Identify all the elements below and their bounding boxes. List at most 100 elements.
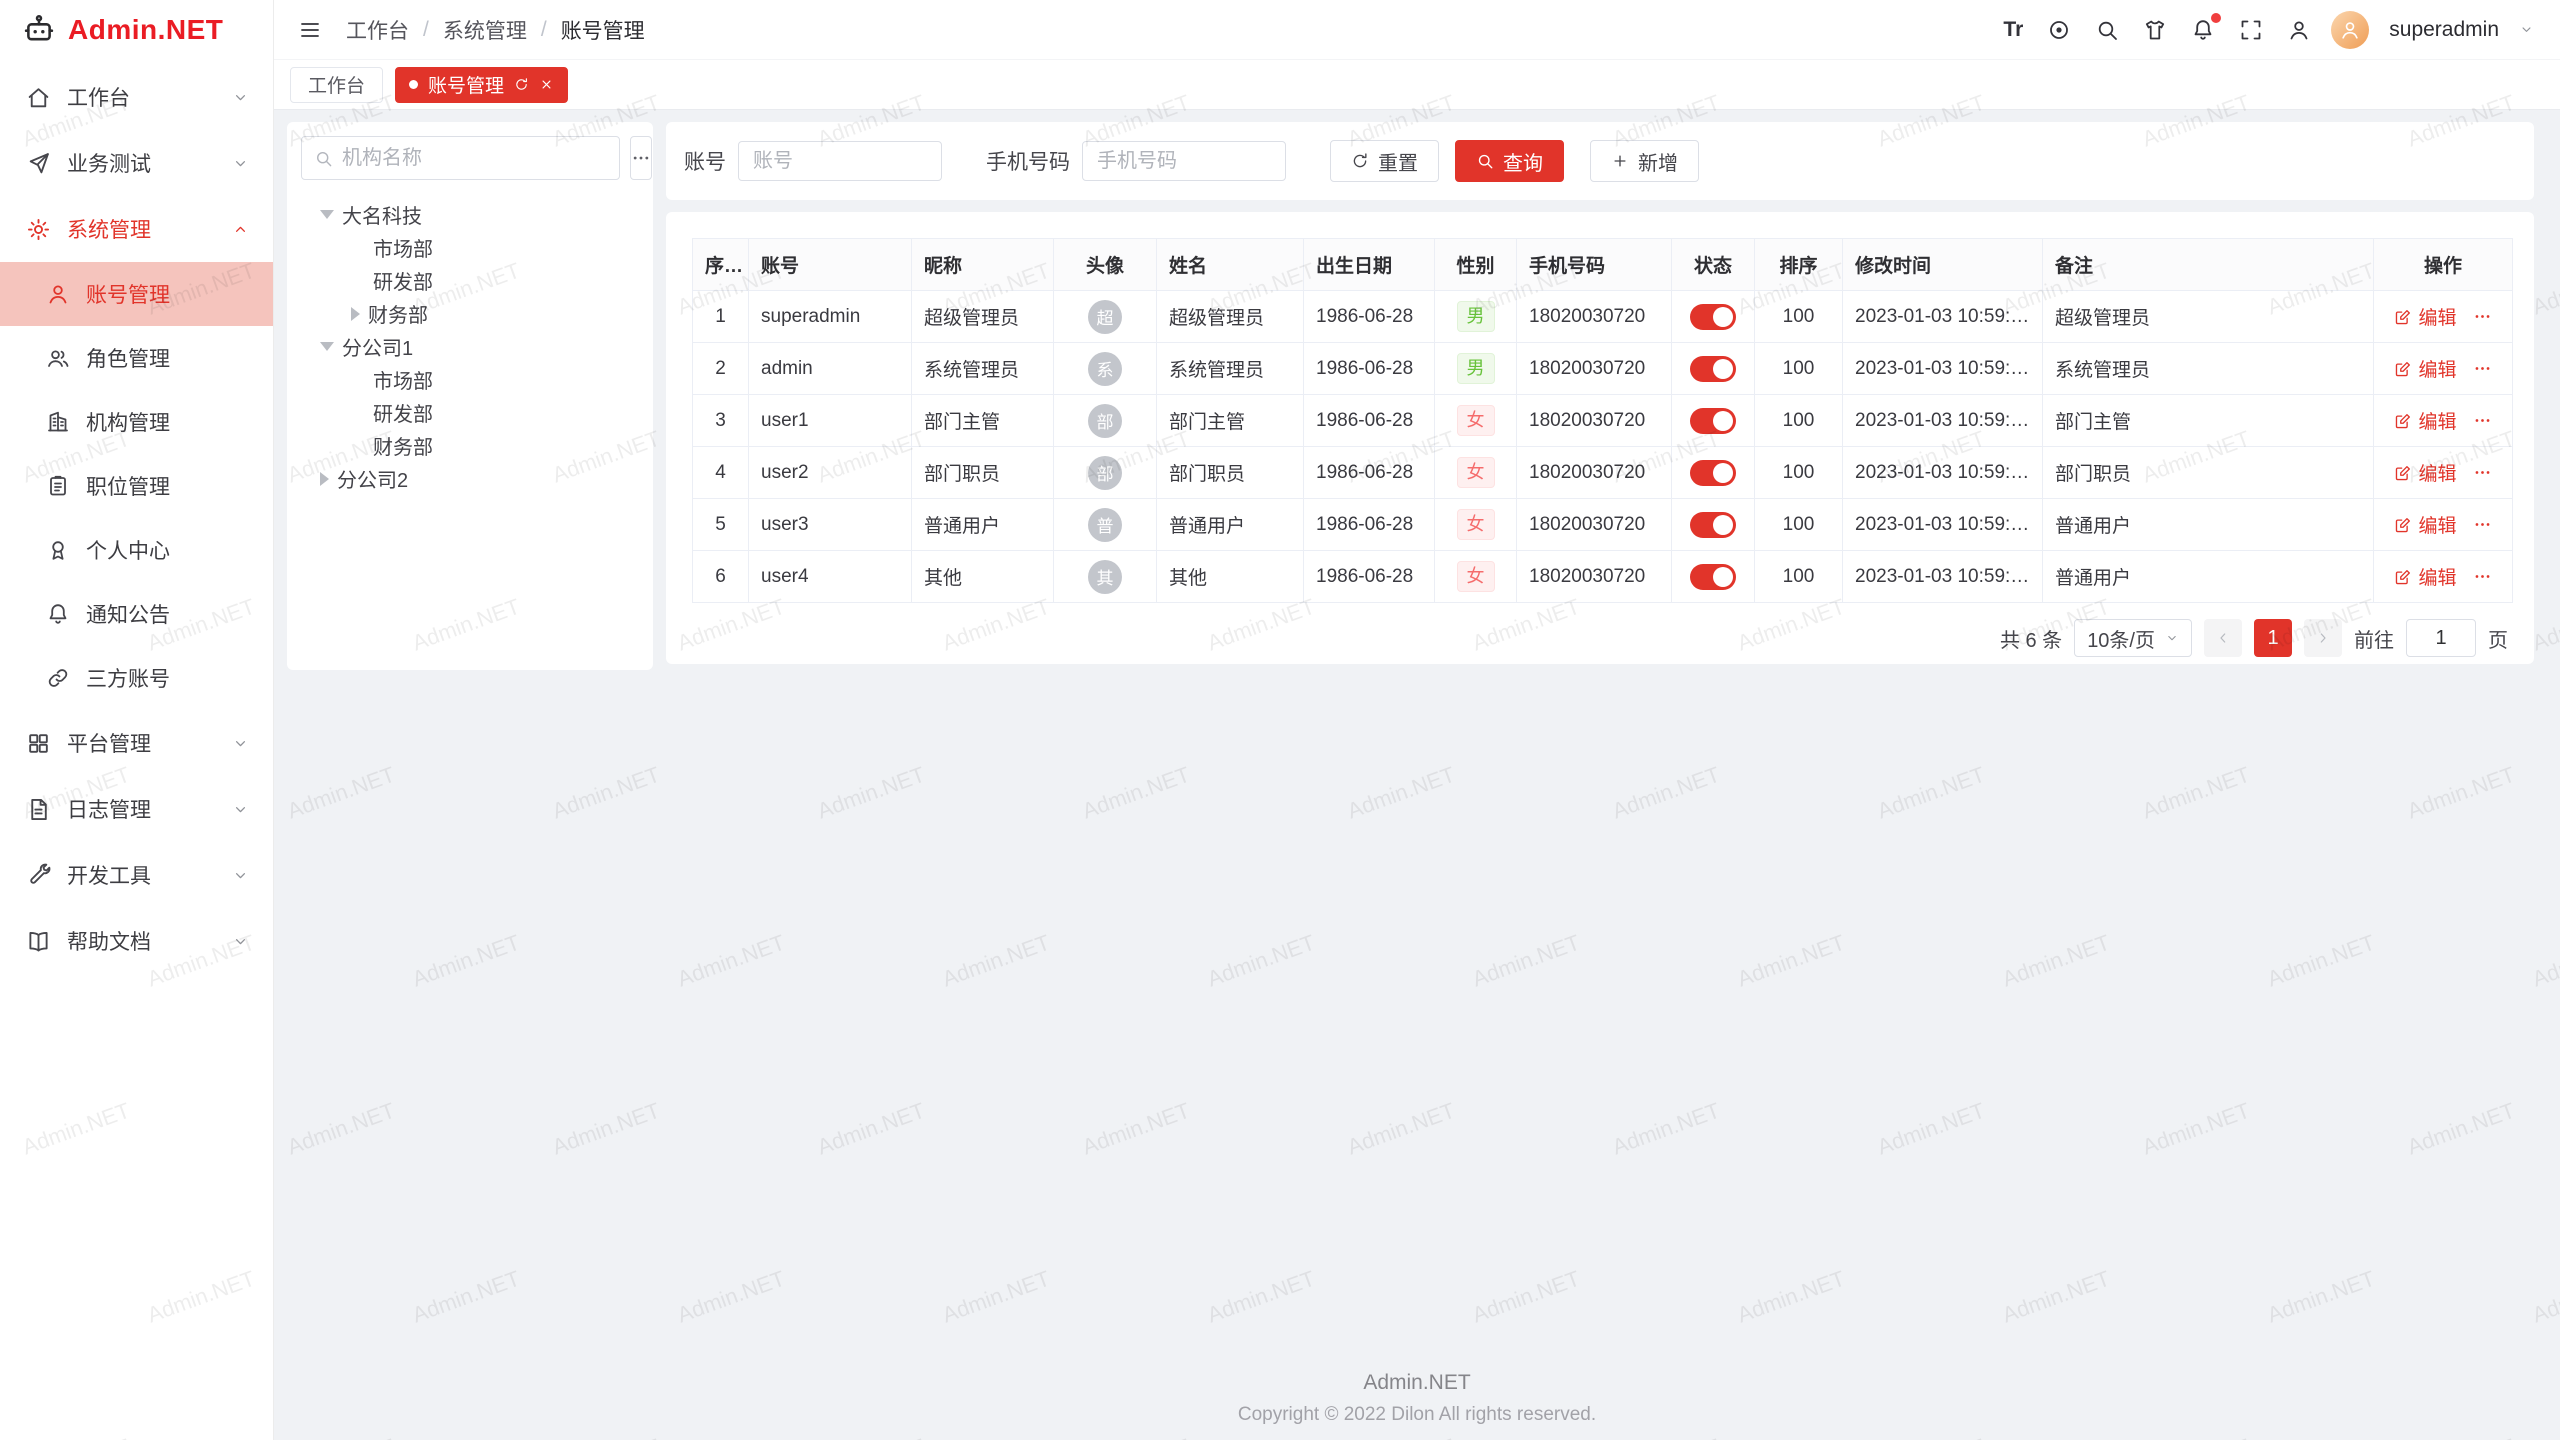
sidebar-item-workbench[interactable]: 工作台 bbox=[0, 64, 273, 130]
edit-button[interactable]: 编辑 bbox=[2394, 407, 2456, 434]
search-button[interactable]: 查询 bbox=[1455, 140, 1564, 182]
aim-icon[interactable] bbox=[2047, 18, 2071, 42]
status-toggle[interactable] bbox=[1690, 512, 1736, 538]
next-page-button[interactable] bbox=[2304, 619, 2342, 657]
tree-caret-right-icon[interactable] bbox=[320, 472, 329, 486]
sidebar-item-profile-center[interactable]: 个人中心 bbox=[0, 518, 273, 582]
page-size-select[interactable]: 10条/页 bbox=[2074, 619, 2192, 657]
tree-node[interactable]: 研发部 bbox=[301, 396, 639, 429]
fullscreen-icon[interactable] bbox=[2239, 18, 2263, 42]
table-row: 2admin系统管理员系系统管理员1986-06-28男180200307201… bbox=[693, 343, 2513, 395]
row-more-button[interactable] bbox=[2473, 359, 2492, 378]
sidebar-item-help[interactable]: 帮助文档 bbox=[0, 908, 273, 974]
tree-node[interactable]: 分公司1 bbox=[301, 330, 639, 363]
row-more-button[interactable] bbox=[2473, 307, 2492, 326]
status-toggle[interactable] bbox=[1690, 356, 1736, 382]
tree-node-label: 研发部 bbox=[373, 398, 433, 427]
phone-input[interactable] bbox=[1082, 141, 1286, 181]
tab-dot bbox=[409, 80, 418, 89]
sidebar-item-notice[interactable]: 通知公告 bbox=[0, 582, 273, 646]
row-avatar: 系 bbox=[1088, 352, 1122, 386]
table-row: 4user2部门职员部部门职员1986-06-28女18020030720100… bbox=[693, 447, 2513, 499]
cell-remark: 超级管理员 bbox=[2043, 291, 2374, 343]
goto-label: 前往 bbox=[2354, 624, 2394, 653]
refresh-icon[interactable] bbox=[514, 77, 529, 92]
sidebar-item-org[interactable]: 机构管理 bbox=[0, 390, 273, 454]
row-more-button[interactable] bbox=[2473, 515, 2492, 534]
sidebar-item-devtools[interactable]: 开发工具 bbox=[0, 842, 273, 908]
tree-node[interactable]: 市场部 bbox=[301, 231, 639, 264]
account-input[interactable] bbox=[738, 141, 942, 181]
tree-caret-right-icon[interactable] bbox=[351, 307, 360, 321]
add-button[interactable]: 新增 bbox=[1590, 140, 1699, 182]
reset-button[interactable]: 重置 bbox=[1330, 140, 1439, 182]
edit-label: 编辑 bbox=[2418, 407, 2456, 434]
menu-collapse-icon[interactable] bbox=[298, 18, 322, 42]
cell-actions: 编辑 bbox=[2374, 447, 2513, 499]
tree-node[interactable]: 财务部 bbox=[301, 429, 639, 462]
tree-node[interactable]: 市场部 bbox=[301, 363, 639, 396]
org-search-input[interactable] bbox=[342, 147, 607, 170]
cell-time: 2023-01-03 10:59:44 bbox=[1843, 551, 2043, 603]
tab-active[interactable]: 账号管理 bbox=[395, 67, 568, 103]
cell-gender: 女 bbox=[1435, 447, 1517, 499]
theme-icon[interactable] bbox=[2143, 18, 2167, 42]
tree-node-label: 分公司1 bbox=[342, 332, 413, 361]
edit-button[interactable]: 编辑 bbox=[2394, 303, 2456, 330]
notification-badge-wrap[interactable] bbox=[2191, 18, 2215, 42]
user-menu-chevron-down-icon[interactable] bbox=[2519, 22, 2534, 37]
edit-button[interactable]: 编辑 bbox=[2394, 511, 2456, 538]
tree-node[interactable]: 大名科技 bbox=[301, 198, 639, 231]
edit-button[interactable]: 编辑 bbox=[2394, 459, 2456, 486]
row-more-button[interactable] bbox=[2473, 463, 2492, 482]
status-toggle[interactable] bbox=[1690, 304, 1736, 330]
goto-page-input[interactable] bbox=[2406, 619, 2476, 657]
status-toggle[interactable] bbox=[1690, 564, 1736, 590]
footer-brand: Admin.NET bbox=[274, 1371, 2560, 1395]
breadcrumb-item[interactable]: 工作台 bbox=[346, 15, 409, 45]
gender-tag: 女 bbox=[1457, 509, 1495, 540]
col-actions: 操作 bbox=[2374, 239, 2513, 291]
footer: Admin.NET Copyright © 2022 Dilon All rig… bbox=[274, 1371, 2560, 1426]
tree-caret-down-icon[interactable] bbox=[320, 210, 334, 219]
user-avatar[interactable] bbox=[2331, 11, 2369, 49]
more-icon bbox=[2473, 567, 2492, 586]
tree-node[interactable]: 研发部 bbox=[301, 264, 639, 297]
sidebar-item-platform[interactable]: 平台管理 bbox=[0, 710, 273, 776]
sidebar-item-role[interactable]: 角色管理 bbox=[0, 326, 273, 390]
row-more-button[interactable] bbox=[2473, 567, 2492, 586]
tree-caret-down-icon[interactable] bbox=[320, 342, 334, 351]
cell-birth: 1986-06-28 bbox=[1304, 551, 1435, 603]
profile-icon[interactable] bbox=[2287, 18, 2311, 42]
sidebar-item-position[interactable]: 职位管理 bbox=[0, 454, 273, 518]
breadcrumb-item[interactable]: 系统管理 bbox=[443, 15, 527, 45]
menu-label: 账号管理 bbox=[86, 279, 170, 309]
tab-inactive[interactable]: 工作台 bbox=[290, 67, 383, 103]
sidebar-item-logs[interactable]: 日志管理 bbox=[0, 776, 273, 842]
row-more-button[interactable] bbox=[2473, 411, 2492, 430]
accounts-table: 序号账号昵称头像姓名出生日期性别手机号码状态排序修改时间备注操作 1supera… bbox=[692, 238, 2513, 603]
sidebar-item-account[interactable]: 账号管理 bbox=[0, 262, 273, 326]
gender-tag: 女 bbox=[1457, 457, 1495, 488]
page-1-button[interactable]: 1 bbox=[2254, 619, 2292, 657]
status-toggle[interactable] bbox=[1690, 460, 1736, 486]
tree-node[interactable]: 分公司2 bbox=[301, 462, 639, 495]
sidebar-item-business-test[interactable]: 业务测试 bbox=[0, 130, 273, 196]
font-size-icon[interactable]: Tr bbox=[2003, 19, 2023, 40]
tree-more-button[interactable] bbox=[630, 136, 652, 180]
edit-button[interactable]: 编辑 bbox=[2394, 355, 2456, 382]
tree-node[interactable]: 财务部 bbox=[301, 297, 639, 330]
search-icon[interactable] bbox=[2095, 18, 2119, 42]
prev-page-button[interactable] bbox=[2204, 619, 2242, 657]
username[interactable]: superadmin bbox=[2389, 18, 2499, 42]
app-logo[interactable]: Admin.NET bbox=[0, 0, 273, 60]
close-icon[interactable] bbox=[539, 77, 554, 92]
breadcrumb-item[interactable]: 账号管理 bbox=[561, 15, 645, 45]
cell-time: 2023-01-03 10:59:44 bbox=[1843, 447, 2043, 499]
status-toggle[interactable] bbox=[1690, 408, 1736, 434]
edit-button[interactable]: 编辑 bbox=[2394, 563, 2456, 590]
sidebar-item-system[interactable]: 系统管理 bbox=[0, 196, 273, 262]
log-icon bbox=[26, 797, 51, 822]
sidebar-item-third-account[interactable]: 三方账号 bbox=[0, 646, 273, 710]
gender-tag: 女 bbox=[1457, 405, 1495, 436]
